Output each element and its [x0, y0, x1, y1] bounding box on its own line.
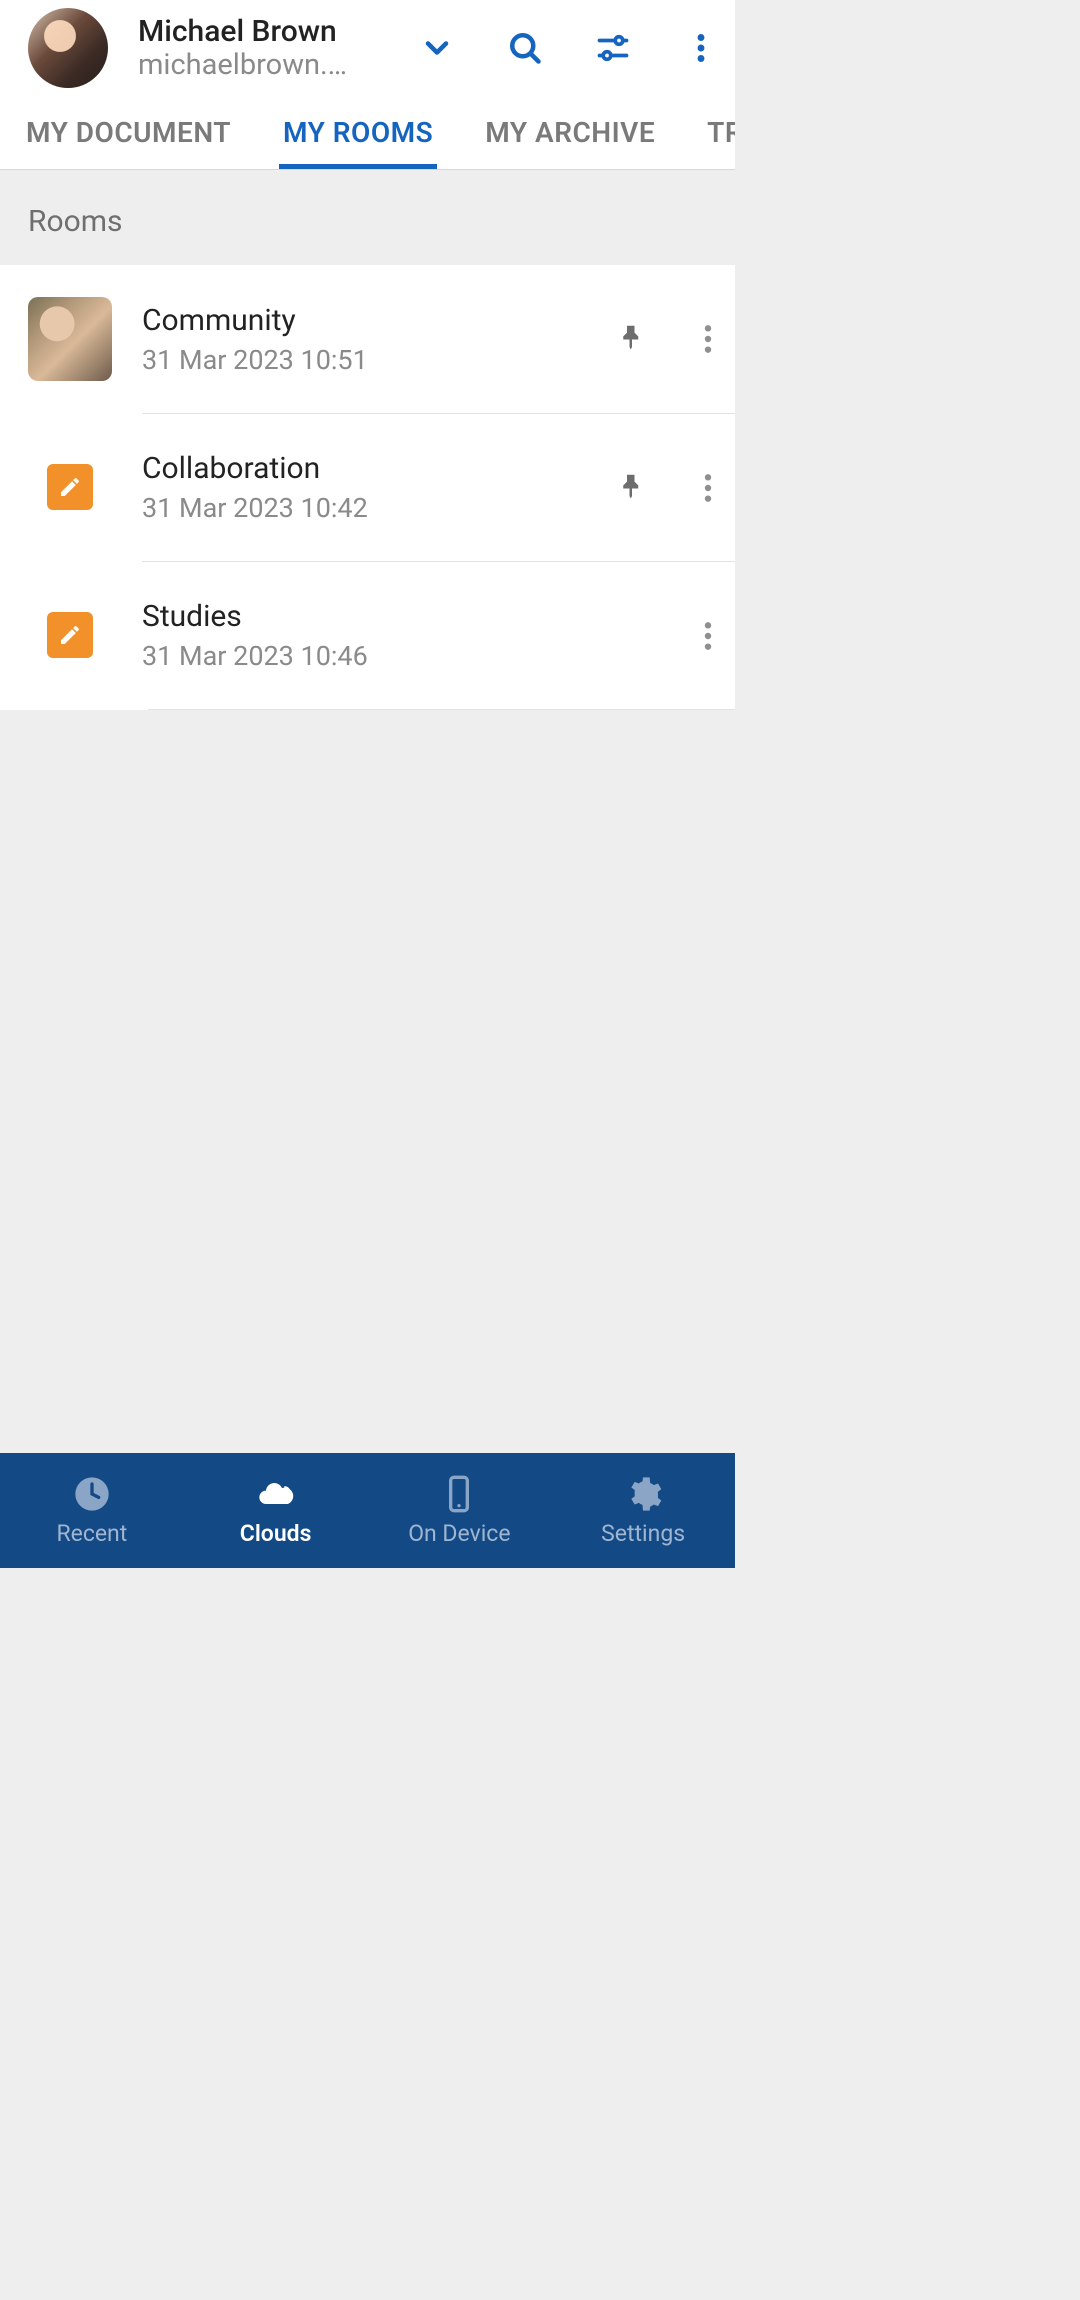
nav-label: Clouds — [240, 1520, 312, 1547]
room-row[interactable]: Studies 31 Mar 2023 10:46 — [0, 561, 735, 709]
pin-icon — [617, 322, 647, 356]
room-date: 31 Mar 2023 10:51 — [142, 344, 617, 376]
gear-icon — [623, 1474, 663, 1514]
bottom-nav: Recent Clouds On Device Settings — [0, 1453, 735, 1568]
user-block[interactable]: Michael Brown michaelbrown.o… — [138, 15, 407, 82]
header: Michael Brown michaelbrown.o… — [0, 0, 735, 96]
room-avatar-photo — [28, 297, 112, 381]
chevron-down-icon[interactable] — [419, 30, 455, 66]
row-more-icon[interactable] — [681, 323, 735, 355]
more-vertical-icon[interactable] — [683, 30, 719, 66]
tab-my-rooms[interactable]: MY ROOMS — [257, 96, 459, 169]
edit-icon — [47, 612, 93, 658]
nav-label: Recent — [56, 1520, 127, 1547]
user-name: Michael Brown — [138, 15, 407, 48]
device-icon — [439, 1474, 479, 1514]
pin-icon — [617, 471, 647, 505]
section-title: Rooms — [0, 170, 735, 265]
room-title: Community — [142, 303, 617, 338]
rooms-list: Community 31 Mar 2023 10:51 Collabor — [0, 265, 735, 710]
row-more-icon[interactable] — [681, 472, 735, 504]
filter-sliders-icon[interactable] — [595, 30, 631, 66]
room-date: 31 Mar 2023 10:42 — [142, 492, 617, 524]
nav-on-device[interactable]: On Device — [368, 1453, 552, 1568]
nav-recent[interactable]: Recent — [0, 1453, 184, 1568]
row-more-icon[interactable] — [681, 620, 735, 652]
tab-bar: MY DOCUMENT MY ROOMS MY ARCHIVE TRASH — [0, 96, 735, 170]
nav-label: On Device — [408, 1520, 510, 1547]
tab-my-archive[interactable]: MY ARCHIVE — [459, 96, 681, 169]
nav-label: Settings — [601, 1520, 685, 1547]
empty-area — [0, 710, 735, 1453]
room-row[interactable]: Collaboration 31 Mar 2023 10:42 — [0, 413, 735, 561]
search-icon[interactable] — [507, 30, 543, 66]
user-email: michaelbrown.o… — [138, 48, 358, 82]
room-title: Collaboration — [142, 451, 617, 486]
nav-settings[interactable]: Settings — [551, 1453, 735, 1568]
nav-clouds[interactable]: Clouds — [184, 1453, 368, 1568]
user-avatar[interactable] — [28, 8, 108, 88]
tab-trash[interactable]: TRASH — [681, 96, 735, 169]
cloud-icon — [256, 1474, 296, 1514]
room-row[interactable]: Community 31 Mar 2023 10:51 — [0, 265, 735, 413]
room-date: 31 Mar 2023 10:46 — [142, 640, 681, 672]
clock-icon — [72, 1474, 112, 1514]
room-title: Studies — [142, 599, 681, 634]
edit-icon — [47, 464, 93, 510]
tab-my-document[interactable]: MY DOCUMENT — [0, 96, 257, 169]
